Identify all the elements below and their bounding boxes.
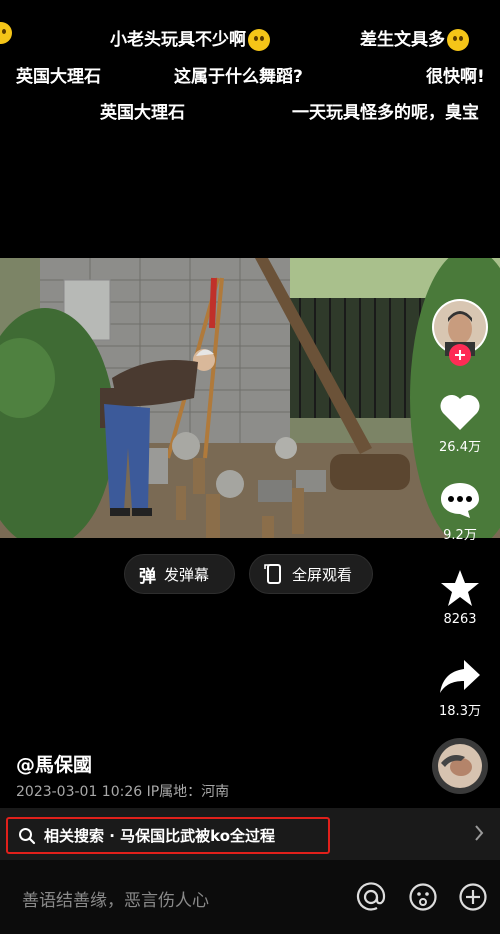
danmaku-comment: 这属于什么舞蹈? [174, 67, 303, 87]
danmaku-comment: 英国大理石 [100, 103, 185, 123]
danmaku-comment: 英国大理石 [16, 67, 101, 87]
share-arrow-icon [440, 660, 480, 693]
author-avatar-follow[interactable] [430, 298, 490, 366]
music-disc-icon[interactable] [431, 737, 489, 795]
comment-button[interactable]: 9.2万 [430, 480, 490, 543]
related-search-text: 相关搜索 · 马保国比武被ko全过程 [44, 827, 276, 845]
related-search-bar[interactable]: 相关搜索 · 马保国比武被ko全过程 [0, 808, 500, 860]
heart-icon [440, 394, 480, 430]
share-button[interactable]: 18.3万 [430, 656, 490, 719]
fullscreen-button[interactable]: 全屏观看 [249, 554, 373, 594]
mention-icon[interactable] [356, 882, 386, 912]
post-meta: 2023-03-01 10:26 IP属地：河南 [16, 784, 230, 800]
emoji-icon[interactable] [408, 882, 438, 912]
danmaku-text: 小老头玩具不少啊 [110, 30, 246, 50]
video-frame-image [0, 258, 500, 538]
like-count: 26.4万 [439, 440, 481, 455]
send-danmaku-button[interactable]: 弹 发弹幕 [124, 554, 235, 594]
send-danmaku-label: 发弹幕 [164, 565, 210, 584]
danmaku-emoji-edge [0, 22, 12, 44]
fullscreen-rotate-icon [264, 564, 281, 584]
danmaku-comment: 小老头玩具不少啊 [110, 25, 270, 51]
music-disc[interactable] [430, 737, 490, 795]
danmaku-comment: 差生文具多 [360, 25, 469, 51]
favorite-count: 8263 [443, 612, 477, 627]
comment-input[interactable]: 善语结善缘，恶言伤人心 [22, 886, 209, 911]
chevron-right-icon[interactable] [474, 824, 484, 842]
share-count: 18.3万 [439, 704, 481, 719]
comment-count: 9.2万 [443, 528, 477, 543]
danmaku-comment: 很快啊! [426, 67, 485, 87]
star-icon [441, 570, 479, 606]
danmaku-text: 差生文具多 [360, 30, 445, 50]
add-icon[interactable] [458, 882, 488, 912]
fullscreen-label: 全屏观看 [292, 565, 353, 584]
grin-emoji-icon [447, 29, 469, 51]
smile-emoji-icon [0, 22, 12, 44]
follow-plus-icon[interactable] [449, 344, 471, 366]
author-name[interactable]: @馬保國 [16, 750, 92, 777]
video-player[interactable] [0, 258, 500, 538]
danmaku-icon: 弹 [139, 566, 156, 587]
related-search-highlight[interactable]: 相关搜索 · 马保国比武被ko全过程 [6, 817, 330, 854]
search-icon [19, 827, 36, 844]
favorite-button[interactable]: 8263 [430, 568, 490, 627]
comment-bubble-icon [441, 483, 479, 518]
comment-bar: 善语结善缘，恶言伤人心 [0, 860, 500, 934]
danmaku-comment: 一天玩具怪多的呢，臭宝 [292, 103, 479, 123]
smug-emoji-icon [248, 29, 270, 51]
like-button[interactable]: 26.4万 [430, 392, 490, 455]
